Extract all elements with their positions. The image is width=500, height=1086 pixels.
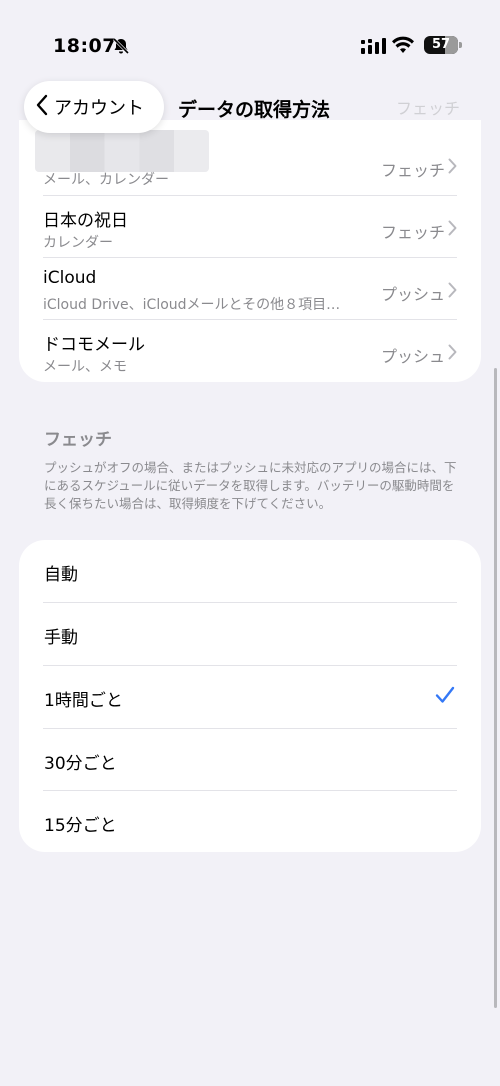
section-description: プッシュがオフの場合、またはプッシュに未対応のアプリの場合には、下にあるスケジュ…	[44, 460, 457, 511]
chevron-right-icon	[448, 158, 457, 178]
option-label: 1時間ごと	[44, 691, 123, 711]
checkmark-icon	[435, 686, 455, 708]
option-label: 手動	[44, 628, 78, 648]
account-subtitle: iCloud Drive、iCloudメールとその他８項目…	[43, 297, 341, 313]
ghost-value: フェッチ	[395, 99, 460, 118]
account-value: フェッチ	[380, 161, 445, 180]
account-value: フェッチ	[380, 223, 445, 242]
account-subtitle: カレンダー	[43, 235, 113, 251]
accounts-list: メール、カレンダー フェッチ 日本の祝日 カレンダー フェッチ iCloud i…	[19, 120, 481, 382]
cellular-signal-icon	[361, 38, 387, 58]
blurred-account-name	[35, 130, 209, 172]
page-title: データの取得方法	[178, 99, 331, 121]
option-auto[interactable]: 自動	[19, 540, 481, 602]
back-button-label: アカウント	[54, 98, 144, 119]
back-button[interactable]: アカウント	[24, 81, 164, 133]
account-title: iCloud	[43, 268, 97, 288]
wifi-icon	[392, 36, 414, 58]
bell-slash-icon	[112, 37, 130, 59]
account-row-icloud[interactable]: iCloud iCloud Drive、iCloudメールとその他８項目… プッ…	[19, 258, 481, 320]
account-value: プッシュ	[380, 347, 445, 366]
account-subtitle: メール、カレンダー	[43, 172, 169, 188]
chevron-right-icon	[448, 282, 457, 302]
scrollbar[interactable]	[494, 368, 497, 1008]
status-bar: 18:07 57	[0, 0, 500, 70]
option-label: 自動	[44, 565, 78, 585]
account-value: プッシュ	[380, 285, 445, 304]
option-manual[interactable]: 手動	[19, 603, 481, 665]
section-title: フェッチ	[44, 430, 112, 450]
chevron-left-icon	[36, 94, 48, 120]
fetch-options-list: 自動 手動 1時間ごと 30分ごと 15分ごと	[19, 540, 481, 852]
option-label: 15分ごと	[44, 816, 117, 836]
option-hourly[interactable]: 1時間ごと	[19, 666, 481, 728]
account-row-holidays[interactable]: 日本の祝日 カレンダー フェッチ	[19, 196, 481, 258]
account-title: 日本の祝日	[43, 211, 128, 231]
battery-icon: 57	[424, 36, 462, 54]
account-subtitle: メール、メモ	[43, 359, 127, 375]
account-title: ドコモメール	[43, 335, 145, 355]
status-time: 18:07	[53, 35, 116, 57]
account-row-docomo[interactable]: ドコモメール メール、メモ プッシュ	[19, 320, 481, 382]
chevron-right-icon	[448, 220, 457, 240]
option-label: 30分ごと	[44, 754, 117, 774]
chevron-right-icon	[448, 344, 457, 364]
battery-level: 57	[431, 37, 451, 52]
option-30min[interactable]: 30分ごと	[19, 729, 481, 791]
option-15min[interactable]: 15分ごと	[19, 791, 481, 852]
